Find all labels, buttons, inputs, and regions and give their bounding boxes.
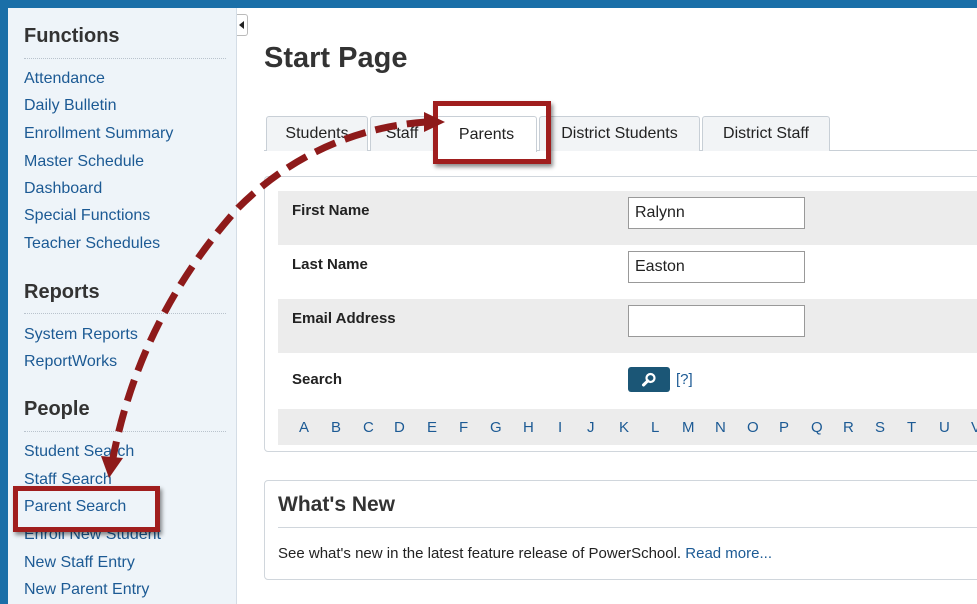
arrow-head-right — [424, 112, 445, 132]
dashed-arrow-path — [108, 118, 427, 464]
arrow-head-down — [101, 456, 123, 478]
annotation-arrow — [101, 112, 445, 478]
app-window: Functions Attendance Daily Bulletin Enro… — [8, 8, 977, 604]
